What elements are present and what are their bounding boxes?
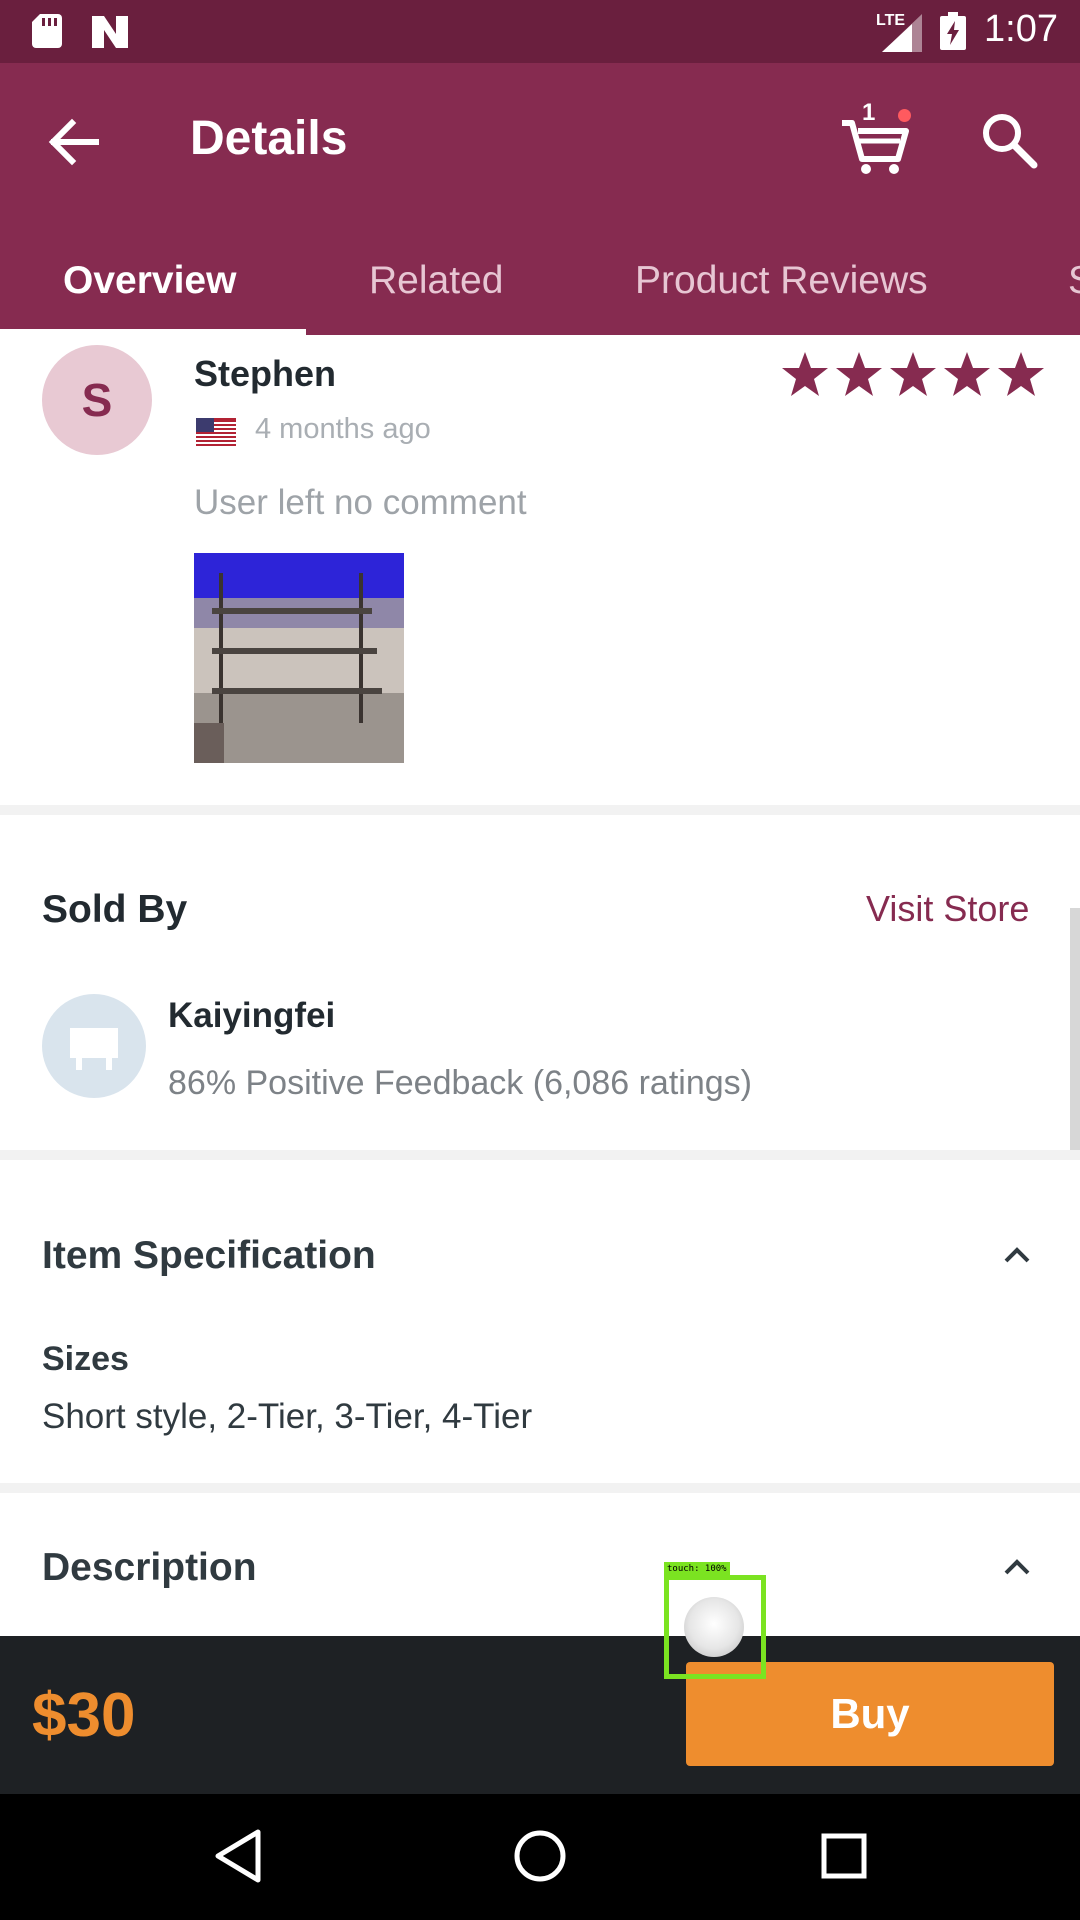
nav-back-icon[interactable] (208, 1824, 272, 1888)
touch-indicator-label: touch: 100% (664, 1562, 730, 1576)
item-spec-title[interactable]: Item Specification (42, 1234, 376, 1278)
tab-related[interactable]: Related (369, 259, 503, 303)
star-icon (782, 352, 828, 396)
notification-n-icon (92, 16, 128, 48)
us-flag-icon (196, 418, 236, 446)
reviewer-avatar: S (42, 345, 152, 455)
sizes-label: Sizes (42, 1340, 129, 1378)
store-avatar[interactable] (42, 994, 146, 1098)
review-item: S Stephen 4 months ago User left no comm… (0, 335, 1080, 810)
review-time: 4 months ago (255, 413, 431, 445)
touch-point (684, 1597, 744, 1657)
star-icon (836, 352, 882, 396)
description-title[interactable]: Description (42, 1546, 257, 1590)
reviewer-name: Stephen (194, 353, 337, 394)
cart-notification-dot (898, 109, 911, 122)
tab-bar: Overview Related Product Reviews S (0, 243, 1080, 335)
visit-store-link[interactable]: Visit Store (866, 888, 1029, 930)
system-nav-bar (0, 1794, 1080, 1920)
network-type: LTE (876, 12, 906, 29)
sd-card-icon (32, 14, 62, 48)
scrollbar[interactable] (1070, 908, 1080, 1150)
star-icon (890, 352, 936, 396)
clock: 1:07 (984, 8, 1058, 50)
section-divider (0, 1150, 1080, 1160)
tab-overview[interactable]: Overview (63, 259, 236, 303)
star-icon (944, 352, 990, 396)
tab-partial[interactable]: S (1068, 259, 1080, 303)
app-bar: Details 1 Overview Related Product Revie… (0, 63, 1080, 335)
chevron-up-icon[interactable] (998, 1236, 1036, 1274)
cart-count-badge: 1 (862, 99, 876, 126)
page-title: Details (190, 112, 348, 165)
review-comment: User left no comment (194, 483, 527, 522)
nav-recents-icon[interactable] (812, 1824, 876, 1888)
store-icon (70, 1028, 118, 1070)
review-photo[interactable] (194, 553, 404, 763)
star-icon (998, 352, 1044, 396)
store-feedback: 86% Positive Feedback (6,086 ratings) (168, 1064, 752, 1102)
status-bar: LTE 1:07 (0, 0, 1080, 63)
price: $30 (32, 1681, 136, 1750)
section-divider (0, 1483, 1080, 1493)
sizes-value: Short style, 2-Tier, 3-Tier, 4-Tier (42, 1397, 533, 1436)
store-name[interactable]: Kaiyingfei (168, 996, 335, 1036)
tab-product-reviews[interactable]: Product Reviews (635, 259, 928, 303)
section-divider (0, 805, 1080, 815)
battery-charging-icon (940, 12, 966, 50)
buy-bar: $30 Buy (0, 1636, 1080, 1794)
chevron-up-icon[interactable] (998, 1548, 1036, 1586)
nav-home-icon[interactable] (508, 1824, 572, 1888)
back-arrow-icon[interactable] (40, 108, 108, 176)
search-icon[interactable] (976, 107, 1040, 171)
sold-by-title: Sold By (42, 888, 188, 931)
rating-stars (780, 349, 1046, 399)
